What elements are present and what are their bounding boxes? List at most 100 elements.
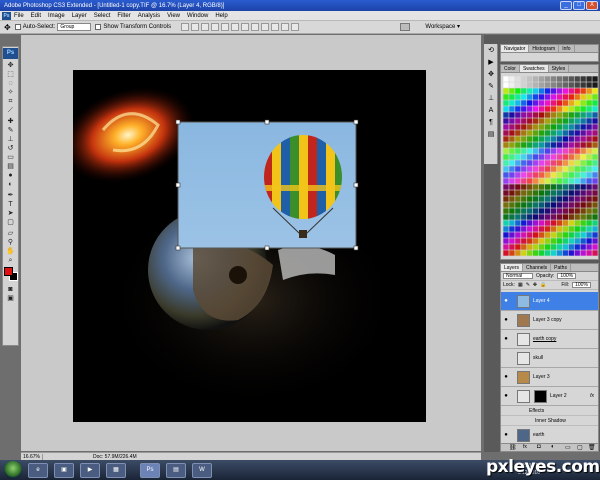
color-swatch[interactable] bbox=[527, 232, 533, 238]
color-swatch[interactable] bbox=[568, 118, 574, 124]
lock-image-icon[interactable]: ✎ bbox=[526, 282, 530, 288]
color-swatch[interactable] bbox=[503, 232, 509, 238]
color-swatch[interactable] bbox=[568, 178, 574, 184]
color-swatch[interactable] bbox=[503, 172, 509, 178]
color-swatch[interactable] bbox=[562, 220, 569, 226]
color-swatch[interactable] bbox=[556, 124, 563, 130]
color-swatch[interactable] bbox=[574, 184, 580, 190]
color-swatch[interactable] bbox=[550, 190, 557, 196]
color-swatch[interactable] bbox=[580, 88, 586, 94]
color-swatch[interactable] bbox=[562, 172, 569, 178]
color-swatch[interactable] bbox=[568, 238, 574, 244]
color-swatch[interactable] bbox=[574, 136, 580, 142]
layer-row[interactable]: skull bbox=[501, 349, 598, 368]
color-swatch[interactable] bbox=[562, 88, 569, 94]
clone-source-icon[interactable]: ⊥ bbox=[485, 94, 497, 104]
color-swatch[interactable] bbox=[574, 124, 580, 130]
color-swatch[interactable] bbox=[544, 124, 551, 130]
color-swatch[interactable] bbox=[538, 172, 545, 178]
color-swatch[interactable] bbox=[562, 76, 569, 82]
color-swatch[interactable] bbox=[521, 112, 527, 118]
color-swatch[interactable] bbox=[515, 136, 521, 142]
color-swatch[interactable] bbox=[532, 184, 539, 190]
color-swatch[interactable] bbox=[538, 166, 545, 172]
color-swatch[interactable] bbox=[544, 148, 551, 154]
tab-info[interactable]: Info bbox=[559, 45, 575, 52]
taskbar-image-viewer[interactable]: ▤ bbox=[166, 462, 186, 478]
color-swatch[interactable] bbox=[544, 214, 551, 220]
color-swatch[interactable] bbox=[532, 250, 539, 256]
color-swatch[interactable] bbox=[521, 184, 527, 190]
color-swatch[interactable] bbox=[556, 82, 563, 88]
color-swatch[interactable] bbox=[574, 100, 580, 106]
color-swatch[interactable] bbox=[527, 82, 533, 88]
color-swatch[interactable] bbox=[544, 118, 551, 124]
color-swatch[interactable] bbox=[532, 178, 539, 184]
zoom-tool-icon[interactable]: ⌕ bbox=[3, 256, 18, 265]
color-swatch[interactable] bbox=[574, 190, 580, 196]
color-swatch[interactable] bbox=[515, 244, 521, 250]
color-swatch[interactable] bbox=[544, 82, 551, 88]
color-swatch[interactable] bbox=[509, 178, 515, 184]
color-swatch[interactable] bbox=[574, 88, 580, 94]
color-swatch[interactable] bbox=[532, 76, 539, 82]
color-swatch[interactable] bbox=[556, 94, 563, 100]
color-swatch[interactable] bbox=[574, 118, 580, 124]
visibility-eye-icon[interactable]: ● bbox=[501, 336, 511, 342]
layer-comps-icon[interactable]: ▤ bbox=[485, 130, 497, 140]
color-swatch[interactable] bbox=[592, 112, 598, 118]
color-swatch[interactable] bbox=[562, 184, 569, 190]
color-swatch[interactable] bbox=[550, 124, 557, 130]
color-swatch[interactable] bbox=[586, 232, 592, 238]
notes-tool-icon[interactable]: ▱ bbox=[3, 229, 18, 238]
color-swatch[interactable] bbox=[562, 100, 569, 106]
tab-styles[interactable]: Styles bbox=[549, 65, 570, 72]
color-swatch[interactable] bbox=[521, 136, 527, 142]
color-swatch[interactable] bbox=[527, 208, 533, 214]
color-swatch[interactable] bbox=[544, 190, 551, 196]
color-swatch[interactable] bbox=[515, 118, 521, 124]
color-swatch[interactable] bbox=[538, 118, 545, 124]
color-swatch[interactable] bbox=[562, 124, 569, 130]
color-swatch[interactable] bbox=[592, 94, 598, 100]
color-swatch[interactable] bbox=[556, 154, 563, 160]
color-swatch[interactable] bbox=[574, 220, 580, 226]
color-swatch[interactable] bbox=[562, 166, 569, 172]
color-swatch[interactable] bbox=[544, 184, 551, 190]
color-swatch[interactable] bbox=[527, 196, 533, 202]
transform-handle[interactable] bbox=[175, 119, 181, 125]
color-swatch[interactable] bbox=[538, 88, 545, 94]
color-swatch[interactable] bbox=[538, 124, 545, 130]
color-swatch[interactable] bbox=[538, 238, 545, 244]
transform-handle[interactable] bbox=[353, 182, 359, 188]
menu-window[interactable]: Window bbox=[187, 13, 208, 19]
type-tool-icon[interactable]: T bbox=[3, 200, 18, 209]
color-swatch[interactable] bbox=[574, 226, 580, 232]
color-swatch[interactable] bbox=[562, 148, 569, 154]
color-swatch[interactable] bbox=[586, 148, 592, 154]
healing-brush-tool-icon[interactable]: ✚ bbox=[3, 117, 18, 126]
color-swatch[interactable] bbox=[509, 208, 515, 214]
color-swatch[interactable] bbox=[538, 106, 545, 112]
hand-tool-icon[interactable]: ✋ bbox=[3, 247, 18, 256]
color-swatch[interactable] bbox=[527, 154, 533, 160]
color-swatch[interactable] bbox=[592, 250, 598, 256]
shape-tool-icon[interactable]: ▢ bbox=[3, 218, 18, 227]
blend-mode-dropdown[interactable]: Normal bbox=[503, 273, 533, 279]
color-swatch[interactable] bbox=[580, 136, 586, 142]
color-swatch[interactable] bbox=[586, 238, 592, 244]
color-swatch[interactable] bbox=[586, 76, 592, 82]
color-swatch[interactable] bbox=[521, 178, 527, 184]
color-swatch[interactable] bbox=[550, 172, 557, 178]
color-swatch[interactable] bbox=[550, 214, 557, 220]
color-swatch[interactable] bbox=[527, 166, 533, 172]
color-swatch[interactable] bbox=[550, 154, 557, 160]
color-swatch[interactable] bbox=[574, 82, 580, 88]
color-swatch[interactable] bbox=[503, 250, 509, 256]
color-swatch[interactable] bbox=[562, 238, 569, 244]
visibility-eye-icon[interactable]: ● bbox=[501, 298, 511, 304]
color-swatch[interactable] bbox=[550, 244, 557, 250]
color-swatch[interactable] bbox=[568, 244, 574, 250]
color-swatch[interactable] bbox=[538, 214, 545, 220]
color-swatch[interactable] bbox=[509, 166, 515, 172]
